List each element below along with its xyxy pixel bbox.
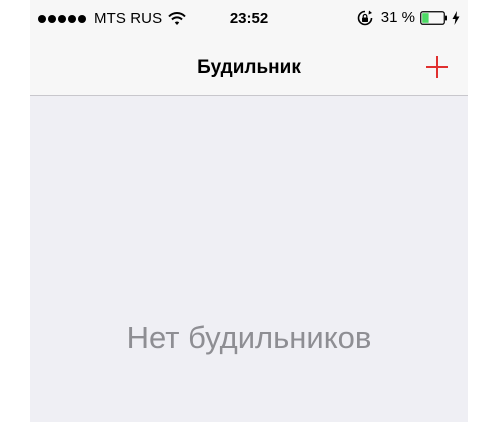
rotation-lock-icon	[357, 10, 373, 25]
alarm-screen: MTS RUS 23:52 31 % Будильник Нет будильн…	[30, 0, 468, 422]
charging-bolt-icon	[452, 10, 460, 25]
page-title: Будильник	[197, 57, 301, 78]
battery-icon	[420, 10, 447, 25]
navigation-bar: Будильник	[30, 40, 468, 96]
status-bar: MTS RUS 23:52 31 %	[30, 0, 468, 40]
battery-percentage: 31 %	[380, 9, 415, 26]
empty-state-message: Нет будильников	[126, 320, 372, 355]
add-alarm-button[interactable]	[422, 52, 452, 82]
plus-icon	[426, 56, 448, 78]
status-right: 31 %	[357, 9, 460, 26]
